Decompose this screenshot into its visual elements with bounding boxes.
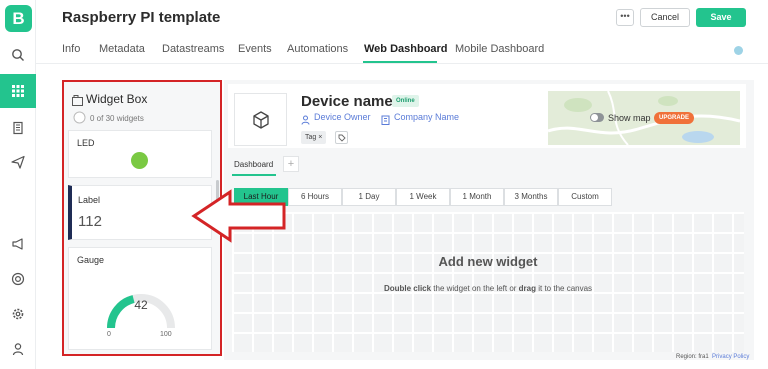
tab-datastreams[interactable]: Datastreams bbox=[162, 43, 224, 55]
info-icon[interactable] bbox=[734, 46, 743, 55]
send-icon[interactable] bbox=[0, 145, 36, 179]
add-dashboard-tab-button[interactable]: + bbox=[283, 156, 299, 172]
range-1-month[interactable]: 1 Month bbox=[450, 188, 504, 206]
tab-web-dashboard[interactable]: Web Dashboard bbox=[364, 43, 448, 55]
tab-dashboard[interactable]: Dashboard bbox=[234, 160, 273, 169]
more-options-button[interactable]: ••• bbox=[616, 9, 634, 26]
tab-events[interactable]: Events bbox=[238, 43, 272, 55]
tag-icon bbox=[338, 134, 346, 142]
range-6-hours[interactable]: 6 Hours bbox=[288, 188, 342, 206]
dashboard-tab-indicator bbox=[232, 174, 276, 176]
footer: Region: fra1 Privacy Policy bbox=[676, 354, 749, 360]
add-desc-strong-1: Double click bbox=[383, 284, 432, 293]
device-owner-link[interactable]: Device Owner bbox=[314, 112, 371, 122]
gear-icon[interactable] bbox=[0, 297, 36, 331]
add-desc-text-2: it to the canvas bbox=[536, 284, 593, 293]
tab-info[interactable]: Info bbox=[62, 43, 80, 55]
blynk-logo[interactable]: B bbox=[5, 5, 32, 32]
status-badge: Online bbox=[392, 95, 419, 107]
add-widget-title: Add new widget bbox=[438, 254, 538, 269]
range-custom[interactable]: Custom bbox=[558, 188, 612, 206]
building-icon[interactable] bbox=[0, 111, 36, 145]
save-button[interactable]: Save bbox=[696, 8, 746, 27]
company-icon bbox=[381, 112, 390, 130]
cancel-button[interactable]: Cancel bbox=[640, 8, 690, 27]
device-image[interactable] bbox=[234, 93, 287, 146]
tab-metadata[interactable]: Metadata bbox=[99, 43, 145, 55]
user-icon[interactable] bbox=[0, 332, 36, 366]
owner-icon bbox=[301, 112, 310, 130]
add-desc-text-1: the widget on the left or bbox=[431, 284, 519, 293]
show-map-toggle[interactable] bbox=[590, 113, 604, 122]
add-widget-description: Double click the widget on the left or d… bbox=[380, 282, 596, 296]
annotation-arrow-icon bbox=[191, 189, 286, 243]
range-3-months[interactable]: 3 Months bbox=[504, 188, 558, 206]
search-icon[interactable] bbox=[0, 38, 36, 72]
lifebuoy-icon[interactable] bbox=[0, 262, 36, 296]
add-desc-strong-2: drag bbox=[518, 284, 537, 293]
range-1-week[interactable]: 1 Week bbox=[396, 188, 450, 206]
cube-icon bbox=[253, 111, 269, 129]
megaphone-icon[interactable] bbox=[0, 227, 36, 261]
show-map-label: Show map bbox=[608, 113, 651, 123]
company-name-link[interactable]: Company Name bbox=[394, 112, 459, 122]
tab-divider bbox=[36, 63, 768, 64]
tag-pill[interactable]: Tag × bbox=[301, 131, 327, 144]
upgrade-badge[interactable]: UPGRADE bbox=[654, 112, 695, 124]
add-tag-button[interactable] bbox=[335, 131, 348, 144]
grid-icon[interactable] bbox=[0, 74, 36, 108]
privacy-policy-link[interactable]: Privacy Policy bbox=[712, 354, 749, 360]
tab-automations[interactable]: Automations bbox=[287, 43, 348, 55]
tab-mobile-dashboard[interactable]: Mobile Dashboard bbox=[455, 43, 544, 55]
range-1-day[interactable]: 1 Day bbox=[342, 188, 396, 206]
left-rail: B bbox=[0, 0, 36, 369]
page-title: Raspberry PI template bbox=[62, 9, 221, 26]
region-label: Region: fra1 bbox=[676, 354, 709, 360]
device-name: Device name bbox=[301, 93, 393, 110]
